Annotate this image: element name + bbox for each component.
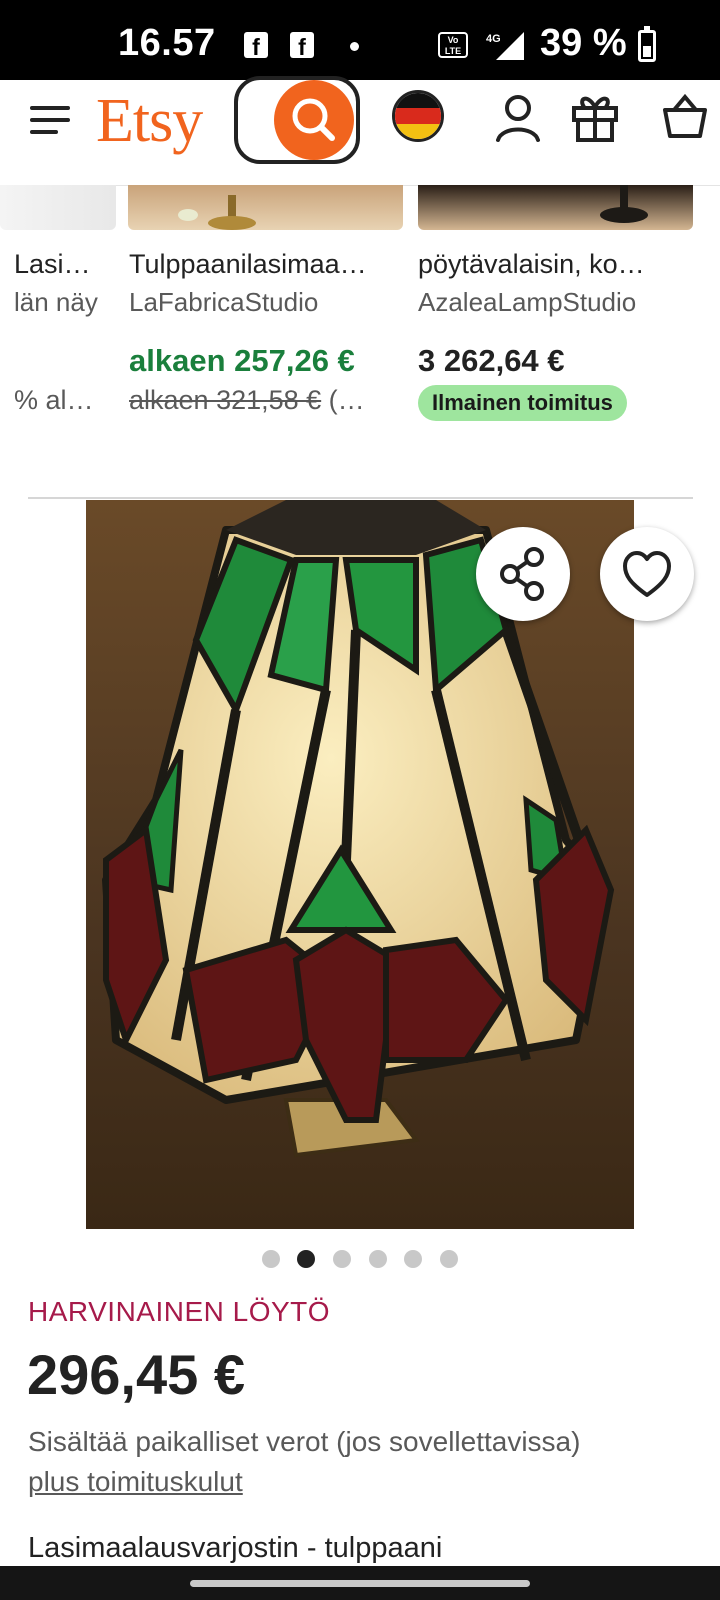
- share-button[interactable]: [476, 527, 570, 621]
- listing-image[interactable]: [128, 185, 403, 230]
- signal-icon: 4G: [486, 32, 524, 60]
- system-nav-bar: [0, 1566, 720, 1600]
- share-icon[interactable]: [476, 527, 570, 621]
- rare-find-label: HARVINAINEN LÖYTÖ: [28, 1296, 331, 1327]
- battery-percent: 39 %: [540, 22, 627, 64]
- menu-icon[interactable]: [28, 100, 72, 140]
- product-image[interactable]: [86, 500, 634, 1229]
- listing-original-suffix: (…: [321, 385, 365, 415]
- divider: [28, 497, 693, 499]
- listing-title[interactable]: pöytävalaisin, ko…: [418, 249, 645, 280]
- home-gesture-handle[interactable]: [190, 1580, 530, 1587]
- status-time: 16.57: [118, 22, 216, 64]
- facebook-notification-icon: f: [290, 32, 314, 60]
- more-notifications-icon: [350, 42, 359, 51]
- tax-note: Sisältää paikalliset verot (jos sovellet…: [28, 1426, 581, 1457]
- listing-title[interactable]: Tulppaanilasimaa…: [129, 249, 367, 280]
- listing-discount: % al…: [14, 385, 94, 415]
- etsy-logo[interactable]: Etsy: [96, 86, 203, 157]
- app-header: Etsy: [0, 76, 720, 186]
- shipping-costs-link[interactable]: plus toimituskulut: [28, 1466, 243, 1498]
- product-price: 296,45 €: [27, 1343, 245, 1406]
- heart-icon[interactable]: [600, 527, 694, 621]
- listing-original-price-row: alkaen 321,58 € (…: [129, 385, 365, 416]
- listing-sale-price: alkaen 257,26 €: [129, 343, 355, 378]
- search-button[interactable]: [234, 76, 360, 164]
- listing-image[interactable]: [0, 185, 116, 230]
- pagination-dot-active[interactable]: [297, 1250, 315, 1268]
- network-type-label: 4G: [486, 33, 501, 45]
- pagination-dot[interactable]: [404, 1250, 422, 1268]
- listing-price: 3 262,64 €: [418, 343, 565, 378]
- listing-shop: län näy: [14, 287, 98, 317]
- user-icon[interactable]: [494, 92, 542, 144]
- product-title: Lasimaalausvarjostin - tulppaani: [28, 1532, 443, 1564]
- pagination-dot[interactable]: [369, 1250, 387, 1268]
- volte-icon: Vo LTE: [438, 32, 468, 58]
- listing-image[interactable]: [418, 185, 693, 230]
- pagination-dot[interactable]: [440, 1250, 458, 1268]
- listing-title[interactable]: Lasi…: [14, 249, 91, 280]
- favorite-button[interactable]: [600, 527, 694, 621]
- battery-icon: [638, 26, 656, 62]
- basket-icon[interactable]: [662, 92, 708, 142]
- free-shipping-badge: Ilmainen toimitus: [418, 385, 627, 421]
- pagination-dot[interactable]: [262, 1250, 280, 1268]
- listing-shop: AzaleaLampStudio: [418, 287, 637, 317]
- status-bar: 16.57 f f Vo LTE 4G 39 %: [0, 0, 720, 80]
- gift-icon[interactable]: [570, 92, 620, 144]
- pagination-dot[interactable]: [333, 1250, 351, 1268]
- facebook-notification-icon: f: [244, 32, 268, 60]
- germany-flag-icon[interactable]: [392, 90, 444, 142]
- search-icon[interactable]: [274, 80, 354, 160]
- listing-original-price: alkaen 321,58 €: [129, 385, 322, 415]
- recommendations-carousel[interactable]: Lasi… län näy % al… Tulppaanilasimaa… La…: [0, 185, 720, 445]
- listing-shop: LaFabricaStudio: [129, 287, 319, 317]
